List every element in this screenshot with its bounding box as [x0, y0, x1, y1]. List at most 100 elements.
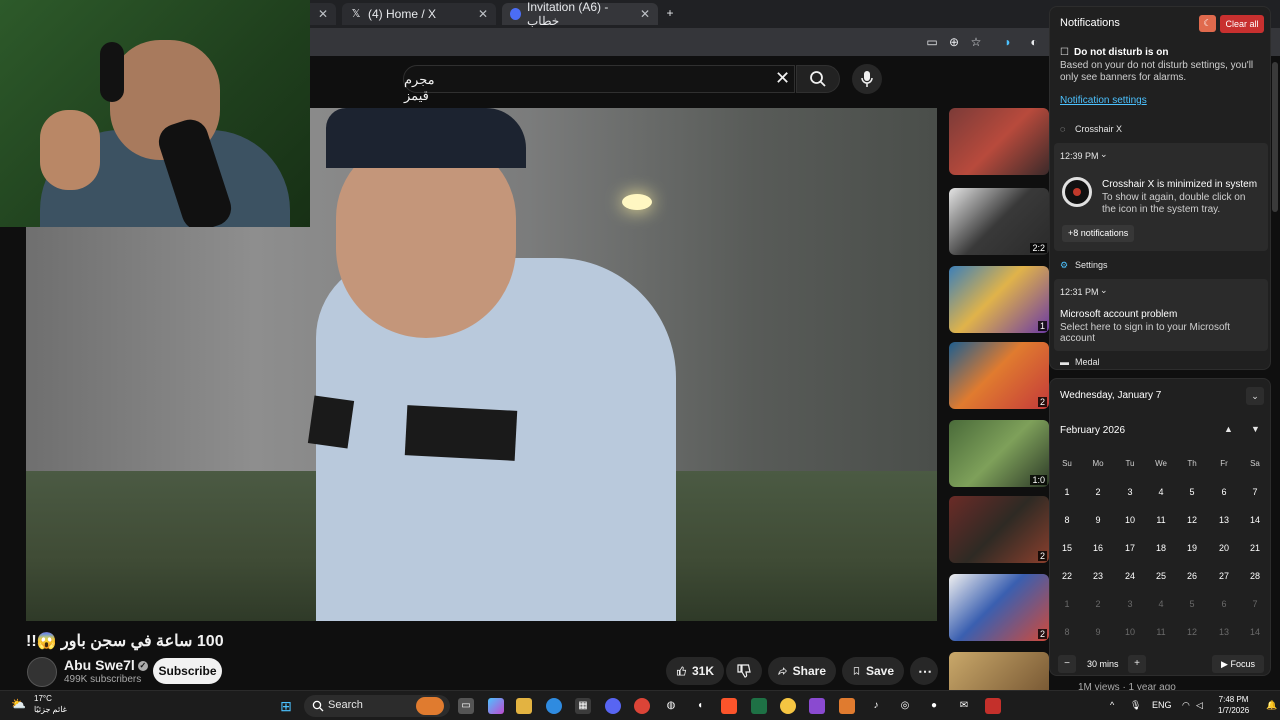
calendar-day[interactable]: 12: [1178, 627, 1206, 637]
file-explorer-icon[interactable]: [516, 698, 532, 714]
calendar-day[interactable]: 11: [1147, 627, 1175, 637]
page-scrollbar[interactable]: [1272, 62, 1278, 212]
calendar-day[interactable]: 16: [1084, 543, 1112, 553]
tray-overflow-icon[interactable]: ^: [1110, 700, 1114, 710]
app-circle-icon[interactable]: ◎: [897, 698, 913, 714]
notification-card-settings[interactable]: 12:31 PM ⌄ Microsoft account problem Sel…: [1054, 279, 1268, 351]
calendar-day[interactable]: 8: [1053, 627, 1081, 637]
brave-icon[interactable]: [721, 698, 737, 714]
sidebar-thumbnail[interactable]: 2: [949, 496, 1049, 563]
browser-tab-invitation[interactable]: Invitation (A6) - خطاب ✕: [502, 0, 658, 28]
sidebar-thumbnail[interactable]: 2: [949, 574, 1049, 641]
wifi-icon[interactable]: ◠: [1182, 700, 1190, 711]
calendar-day[interactable]: 26: [1178, 571, 1206, 581]
tab-close-icon[interactable]: ✕: [640, 7, 650, 21]
taskbar-clock[interactable]: 7:48 PM 1/7/2026: [1218, 694, 1249, 716]
weather-icon[interactable]: ⛅: [11, 697, 29, 713]
calendar-day[interactable]: 19: [1178, 543, 1206, 553]
tiktok-icon[interactable]: ♪: [868, 698, 884, 714]
like-button[interactable]: 31K: [666, 657, 724, 685]
calendar-day[interactable]: 23: [1084, 571, 1112, 581]
sidebar-thumbnail[interactable]: [949, 652, 1049, 690]
calendar-day[interactable]: 10: [1116, 627, 1144, 637]
tab-close-icon[interactable]: ✕: [318, 7, 328, 21]
discord-icon[interactable]: [605, 698, 621, 714]
bookmark-star-icon[interactable]: ☆: [968, 34, 984, 50]
calendar-day[interactable]: 9: [1084, 515, 1112, 525]
search-button[interactable]: [796, 65, 840, 93]
calendar-day[interactable]: 18: [1147, 543, 1175, 553]
chrome-icon[interactable]: [634, 698, 650, 714]
calendar-day[interactable]: 14: [1241, 515, 1269, 525]
calendar-day[interactable]: 6: [1210, 599, 1238, 609]
app-icon[interactable]: ◖: [692, 698, 708, 714]
weather-widget[interactable]: 17°C غائم جزئيًا: [34, 693, 67, 715]
decrease-focus-button[interactable]: −: [1058, 655, 1076, 673]
app-orange-icon[interactable]: [839, 698, 855, 714]
windows-start-icon[interactable]: ⊞: [278, 698, 294, 714]
sidebar-thumbnail[interactable]: 1: [949, 266, 1049, 333]
search-input[interactable]: مجرم قيمز: [403, 65, 795, 103]
notification-bell-icon[interactable]: 🔔: [1266, 700, 1277, 711]
notification-settings-link[interactable]: Notification settings: [1060, 95, 1147, 106]
calendar-day[interactable]: 21: [1241, 543, 1269, 553]
calendar-day[interactable]: 1: [1053, 599, 1081, 609]
calendar-day[interactable]: 9: [1084, 627, 1112, 637]
more-notifications-button[interactable]: +8 notifications: [1062, 225, 1135, 242]
sidebar-thumbnail[interactable]: [949, 108, 1049, 175]
calendar-day[interactable]: 1: [1053, 487, 1081, 497]
store-icon[interactable]: ▦: [575, 698, 591, 714]
sidebar-thumbnail[interactable]: 2: [949, 342, 1049, 409]
calendar-day[interactable]: 8: [1053, 515, 1081, 525]
install-app-icon[interactable]: ▭: [924, 34, 940, 50]
zoom-icon[interactable]: ⊕: [946, 34, 962, 50]
acrobat-icon[interactable]: [985, 698, 1001, 714]
previous-month-icon[interactable]: ▲: [1224, 424, 1233, 434]
voice-search-button[interactable]: [852, 64, 882, 94]
channel-name[interactable]: Abu Swe7l ✓: [64, 657, 148, 673]
clear-search-icon[interactable]: ✕: [775, 68, 790, 89]
steam-icon[interactable]: ◍: [663, 698, 679, 714]
calendar-day[interactable]: 20: [1210, 543, 1238, 553]
calendar-day[interactable]: 11: [1147, 515, 1175, 525]
edge-icon[interactable]: [546, 698, 562, 714]
taskbar-search[interactable]: Search: [304, 695, 450, 717]
clear-all-button[interactable]: Clear all: [1220, 15, 1264, 33]
sidebar-thumbnail[interactable]: 2:2: [949, 188, 1049, 255]
calendar-day[interactable]: 2: [1084, 487, 1112, 497]
calendar-day[interactable]: 28: [1241, 571, 1269, 581]
calendar-day[interactable]: 5: [1178, 599, 1206, 609]
calendar-day[interactable]: 13: [1210, 515, 1238, 525]
save-button[interactable]: Save: [842, 657, 904, 685]
app-purple-icon[interactable]: [809, 698, 825, 714]
dnd-toggle-icon[interactable]: ☾: [1199, 15, 1216, 32]
calendar-day[interactable]: 3: [1116, 599, 1144, 609]
excel-icon[interactable]: [751, 698, 767, 714]
collapse-calendar-chevron-icon[interactable]: ⌄: [1246, 387, 1264, 405]
calendar-day[interactable]: 13: [1210, 627, 1238, 637]
dislike-button[interactable]: [726, 657, 762, 685]
obs-icon[interactable]: ●: [926, 698, 942, 714]
chevron-down-icon[interactable]: ⌄: [1100, 285, 1108, 296]
calendar-day[interactable]: 4: [1147, 599, 1175, 609]
calendar-day[interactable]: 10: [1116, 515, 1144, 525]
subscribe-button[interactable]: Subscribe: [153, 658, 222, 684]
language-indicator[interactable]: ENG: [1152, 700, 1172, 710]
calendar-day[interactable]: 25: [1147, 571, 1175, 581]
calendar-day[interactable]: 7: [1241, 487, 1269, 497]
calendar-day[interactable]: 7: [1241, 599, 1269, 609]
app-envelope-icon[interactable]: ✉: [956, 698, 972, 714]
calendar-day[interactable]: 3: [1116, 487, 1144, 497]
calendar-day[interactable]: 2: [1084, 599, 1112, 609]
task-view-icon[interactable]: ▭: [458, 698, 474, 714]
calendar-day[interactable]: 15: [1053, 543, 1081, 553]
microphone-tray-icon[interactable]: 🎙: [1130, 700, 1141, 711]
calendar-day[interactable]: 14: [1241, 627, 1269, 637]
app-badge-icon[interactable]: [780, 698, 796, 714]
more-actions-button[interactable]: ⋯: [910, 657, 938, 685]
increase-focus-button[interactable]: +: [1128, 655, 1146, 673]
calendar-day[interactable]: 5: [1178, 487, 1206, 497]
chevron-down-icon[interactable]: ⌄: [1100, 149, 1108, 160]
calendar-day[interactable]: 12: [1178, 515, 1206, 525]
channel-avatar[interactable]: [27, 657, 57, 687]
